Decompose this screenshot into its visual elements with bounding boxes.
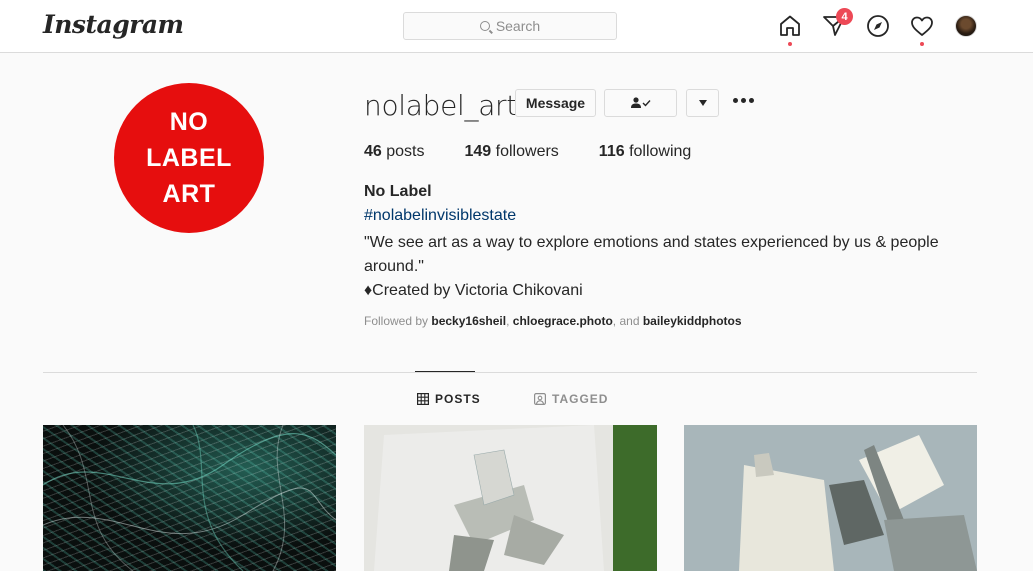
avatar-text-line1: NO [169,108,209,136]
tagged-icon [534,393,546,405]
chevron-down-icon [698,100,707,106]
post-image-painting [684,425,977,571]
followed-by-user[interactable]: chloegrace.photo [513,314,613,328]
avatar-text-line2: LABEL [146,144,232,172]
followed-by-separator: , [506,314,510,328]
home-active-dot [788,42,792,46]
tab-posts[interactable]: POSTS [417,392,481,406]
posts-count: 46 posts [364,143,425,161]
profile-stats: 46 posts 149 followers 116 following [364,143,731,161]
bio-line: ♦Created by Victoria Chikovani [364,282,583,299]
followed-by-prefix: Followed by [364,314,429,328]
followed-by[interactable]: Followed by becky16sheil, chloegrace.pho… [364,314,742,328]
following-link[interactable]: 116 following [599,143,692,161]
suggested-dropdown-button[interactable] [686,89,719,117]
active-tab-indicator [415,371,475,372]
post-image-folded-paper [374,425,604,571]
tab-tagged[interactable]: TAGGED [534,392,608,406]
avatar[interactable] [955,15,977,37]
search-placeholder: Search [495,18,541,34]
bio-name: No Label [364,183,432,200]
profile-picture[interactable]: NO LABEL ART [114,83,264,233]
search-input[interactable]: Search [403,12,617,40]
instagram-logo[interactable]: Instagram [43,10,184,39]
followed-by-user[interactable]: becky16sheil [431,314,506,328]
more-dot-icon [733,98,738,103]
home-icon[interactable] [778,14,802,38]
more-dot-icon [741,98,746,103]
post-thumbnail[interactable] [684,425,977,571]
grid-icon [417,393,429,405]
tabs-divider [43,372,977,373]
bio-text: "We see art as a way to explore emotions… [364,231,964,303]
activity-dot [920,42,924,46]
followers-link[interactable]: 149 followers [465,143,559,161]
profile-username: nolabel_art [364,89,517,122]
following-button[interactable] [604,89,677,117]
post-thumbnail[interactable] [364,425,657,571]
tab-tagged-label: TAGGED [552,392,609,406]
bio-line: "We see art as a way to explore emotions… [364,234,939,275]
user-check-icon [630,97,651,108]
followed-by-user[interactable]: baileykiddphotos [643,314,742,328]
options-button[interactable] [733,98,754,103]
message-button[interactable]: Message [515,89,596,117]
following-count-value: 116 [598,143,625,160]
explore-icon[interactable] [866,14,890,38]
following-count-label: following [629,143,692,160]
bio-hashtag-link[interactable]: #nolabelinvisiblestate [364,207,516,225]
avatar-text-line3: ART [162,180,216,208]
followed-by-and: , and [612,314,640,328]
tab-posts-label: POSTS [435,392,481,406]
top-nav-bar: Instagram Search 4 [0,0,1033,53]
posts-count-label: posts [386,143,425,160]
notification-badge: 4 [836,8,853,25]
post-thumbnail[interactable] [43,425,336,571]
posts-count-value: 46 [364,143,382,160]
followers-count-value: 149 [464,143,492,160]
more-dot-icon [749,98,754,103]
post-image-abstract-lines [43,425,336,571]
followers-count-label: followers [495,143,559,160]
search-icon [479,21,490,31]
heart-icon[interactable] [910,14,934,38]
